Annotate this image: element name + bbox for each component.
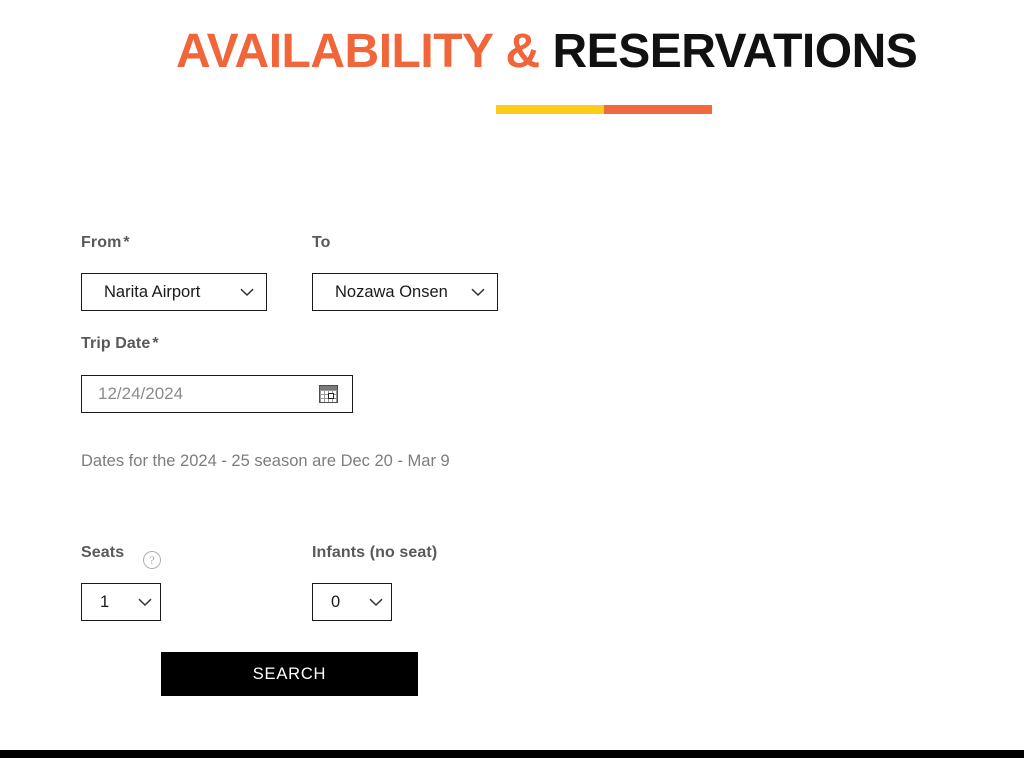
from-required-marker: * — [123, 234, 130, 251]
chevron-down-icon — [471, 288, 485, 297]
to-select-value: Nozawa Onsen — [335, 282, 448, 301]
booking-form: From * Narita Airport To Nozawa Onsen Tri… — [0, 0, 1024, 758]
seats-select[interactable]: 1 — [81, 583, 161, 621]
to-required-marker — [331, 234, 333, 251]
from-select[interactable]: Narita Airport — [81, 273, 267, 311]
search-button[interactable]: SEARCH — [161, 652, 418, 696]
infants-select-value: 0 — [331, 592, 341, 611]
to-select[interactable]: Nozawa Onsen — [312, 273, 498, 311]
to-label-text: To — [312, 234, 331, 251]
to-label: To — [312, 234, 333, 252]
trip-date-input[interactable]: 12/24/2024 — [81, 375, 353, 413]
calendar-icon[interactable] — [319, 385, 338, 403]
seats-label-text: Seats — [81, 544, 125, 561]
calendar-icon-selected-day — [328, 393, 334, 399]
trip-date-placeholder: 12/24/2024 — [98, 384, 184, 403]
chevron-down-icon — [240, 288, 254, 297]
trip-date-label: Trip Date * — [81, 335, 159, 353]
infants-select[interactable]: 0 — [312, 583, 392, 621]
infants-label: Infants (no seat) — [312, 544, 437, 562]
from-label-text: From — [81, 234, 122, 251]
seats-select-value: 1 — [100, 592, 110, 611]
bottom-bar — [0, 750, 1024, 758]
from-select-value: Narita Airport — [104, 282, 201, 301]
trip-date-label-text: Trip Date — [81, 335, 151, 352]
infants-label-text: Infants (no seat) — [312, 544, 438, 561]
seats-label: Seats — [81, 544, 124, 562]
from-label: From * — [81, 234, 130, 252]
chevron-down-icon — [369, 598, 383, 607]
seats-help-icon[interactable]: ? — [143, 551, 161, 569]
trip-date-required-marker: * — [152, 335, 159, 352]
season-dates-helper-text: Dates for the 2024 - 25 season are Dec 2… — [81, 452, 450, 470]
chevron-down-icon — [138, 598, 152, 607]
